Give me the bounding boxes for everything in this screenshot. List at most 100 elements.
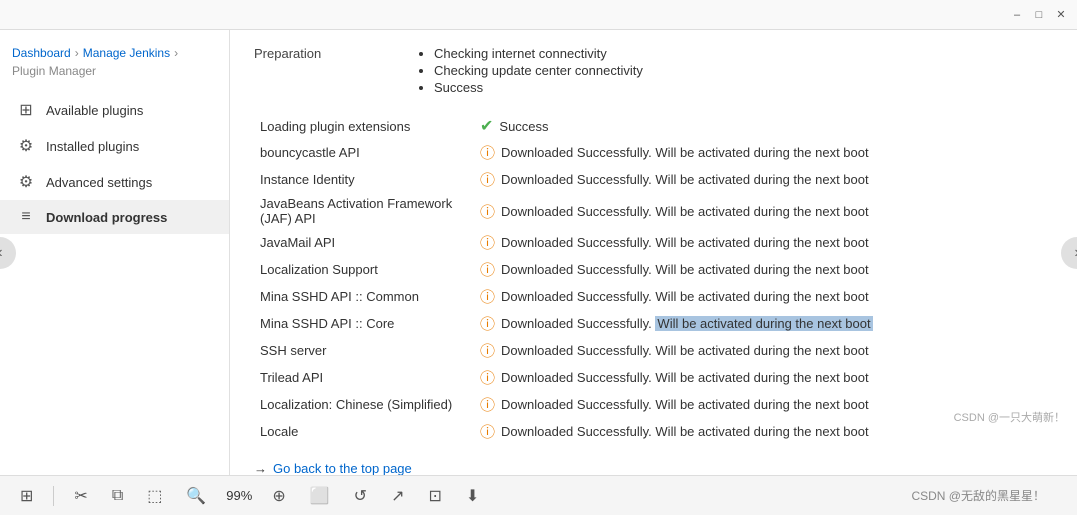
info-icon: ⓘ: [480, 142, 495, 163]
title-bar: – □ ✕: [0, 0, 1077, 30]
refresh-icon[interactable]: ↺: [350, 482, 371, 510]
prep-item-1: Checking internet connectivity: [434, 46, 643, 61]
back-to-top-link[interactable]: Go back to the top page: [273, 461, 412, 475]
checkmark-icon: ✔: [480, 116, 493, 136]
plugin-name: SSH server: [254, 337, 474, 364]
plugin-status: ⓘDownloaded Successfully. Will be activa…: [474, 193, 1053, 229]
scissors-icon[interactable]: ✂: [70, 482, 91, 510]
table-row: bouncycastle API ⓘDownloaded Successfull…: [254, 139, 1053, 166]
download-icon[interactable]: ⬇: [462, 482, 483, 510]
watermark-top: CSDN @一只大萌新！: [954, 409, 1065, 425]
plugin-status: ⓘDownloaded Successfully. Will be activa…: [474, 256, 1053, 283]
plugin-status: ⓘDownloaded Successfully. Will be activa…: [474, 166, 1053, 193]
table-row: Localization: Chinese (Simplified) ⓘDown…: [254, 391, 1053, 418]
plugin-status-highlight: ⓘ Downloaded Successfully. Will be activ…: [474, 310, 1053, 337]
plugin-status: ⓘDownloaded Successfully. Will be activa…: [474, 139, 1053, 166]
zoom-in-icon[interactable]: ⊕: [268, 482, 289, 510]
footer-section: → Go back to the top page (you can start…: [254, 461, 1053, 475]
sidebar-label-download: Download progress: [46, 210, 167, 225]
download-progress-icon: ≡: [16, 208, 36, 226]
loading-extensions-label: Loading plugin extensions: [254, 113, 474, 139]
plugin-name: Trilead API: [254, 364, 474, 391]
plugin-name: JavaMail API: [254, 229, 474, 256]
watermark-bottom: CSDN @无敌的黑星星！: [911, 487, 1061, 504]
plugin-name: JavaBeans Activation Framework (JAF) API: [254, 193, 474, 229]
preparation-section: Preparation Checking internet connectivi…: [254, 46, 1053, 97]
info-icon: ⓘ: [480, 169, 495, 190]
plugin-name: Mina SSHD API :: Core: [254, 310, 474, 337]
table-row: JavaMail API ⓘDownloaded Successfully. W…: [254, 229, 1053, 256]
info-icon: ⓘ: [480, 286, 495, 307]
table-row: Trilead API ⓘDownloaded Successfully. Wi…: [254, 364, 1053, 391]
divider-1: [53, 486, 54, 506]
table-row: JavaBeans Activation Framework (JAF) API…: [254, 193, 1053, 229]
highlighted-text: Will be activated during the next boot: [655, 316, 872, 331]
plugin-status: ⓘDownloaded Successfully. Will be activa…: [474, 283, 1053, 310]
table-row: SSH server ⓘDownloaded Successfully. Wil…: [254, 337, 1053, 364]
info-icon: ⓘ: [480, 201, 495, 222]
info-icon: ⓘ: [480, 313, 495, 334]
maximize-button[interactable]: □: [1031, 7, 1047, 23]
table-row: Locale ⓘDownloaded Successfully. Will be…: [254, 418, 1053, 445]
prep-item-3: Success: [434, 80, 643, 95]
available-plugins-icon: ⊞: [16, 100, 36, 120]
zoom-level: 99%: [226, 488, 252, 503]
sidebar-label-installed: Installed plugins: [46, 139, 139, 154]
breadcrumb-plugin-manager: Plugin Manager: [12, 64, 96, 78]
plugin-status: ⓘDownloaded Successfully. Will be activa…: [474, 337, 1053, 364]
crop-icon[interactable]: ⬚: [143, 482, 166, 510]
plugins-table: Loading plugin extensions ✔ Success boun…: [254, 113, 1053, 445]
crop2-icon[interactable]: ⊡: [424, 482, 445, 510]
advanced-settings-icon: ⚙: [16, 172, 36, 192]
sidebar-item-available[interactable]: ⊞ Available plugins: [0, 92, 229, 128]
plugin-name: Instance Identity: [254, 166, 474, 193]
info-icon: ⓘ: [480, 232, 495, 253]
preparation-label: Preparation: [254, 46, 374, 97]
sidebar-item-installed[interactable]: ⚙ Installed plugins: [0, 128, 229, 164]
share-icon[interactable]: ↗: [387, 482, 408, 510]
back-link-row: → Go back to the top page: [254, 461, 1053, 475]
breadcrumb: Dashboard › Manage Jenkins › Plugin Mana…: [0, 40, 229, 84]
plugin-status: ⓘDownloaded Successfully. Will be activa…: [474, 229, 1053, 256]
table-row: Instance Identity ⓘDownloaded Successful…: [254, 166, 1053, 193]
main-content: › Preparation Checking internet connecti…: [230, 30, 1077, 475]
info-icon: ⓘ: [480, 421, 495, 442]
breadcrumb-manage-jenkins[interactable]: Manage Jenkins: [83, 46, 170, 60]
sidebar: Dashboard › Manage Jenkins › Plugin Mana…: [0, 30, 230, 475]
zoom-out-icon[interactable]: 🔍: [182, 482, 210, 510]
back-arrow-icon: →: [254, 461, 267, 475]
sidebar-label-available: Available plugins: [46, 103, 143, 118]
plugin-status: ⓘDownloaded Successfully. Will be activa…: [474, 364, 1053, 391]
window-controls[interactable]: – □ ✕: [1009, 7, 1069, 23]
plugin-name: Locale: [254, 418, 474, 445]
plugin-name: Localization Support: [254, 256, 474, 283]
info-icon: ⓘ: [480, 340, 495, 361]
info-icon: ⓘ: [480, 394, 495, 415]
sidebar-navigation: ⊞ Available plugins ⚙ Installed plugins …: [0, 84, 229, 242]
minimize-button[interactable]: –: [1009, 7, 1025, 23]
plugin-name: Localization: Chinese (Simplified): [254, 391, 474, 418]
installed-plugins-icon: ⚙: [16, 136, 36, 156]
info-icon: ⓘ: [480, 367, 495, 388]
breadcrumb-dashboard[interactable]: Dashboard: [12, 46, 71, 60]
preparation-items: Checking internet connectivity Checking …: [414, 46, 643, 97]
sidebar-item-download[interactable]: ≡ Download progress: [0, 200, 229, 234]
bottom-bar: ⊞ ✂ ⧉ ⬚ 🔍 99% ⊕ ⬜ ↺ ↗ ⊡ ⬇ CSDN @无敌的黑星星！: [0, 475, 1077, 515]
prep-item-2: Checking update center connectivity: [434, 63, 643, 78]
fit-icon[interactable]: ⬜: [306, 482, 334, 510]
sidebar-item-advanced[interactable]: ⚙ Advanced settings: [0, 164, 229, 200]
loading-extensions-status: ✔ Success: [474, 113, 1053, 139]
nav-next-button[interactable]: ›: [1061, 237, 1077, 269]
sidebar-label-advanced: Advanced settings: [46, 175, 152, 190]
info-icon: ⓘ: [480, 259, 495, 280]
plugin-name: Mina SSHD API :: Common: [254, 283, 474, 310]
copy-icon[interactable]: ⧉: [108, 483, 127, 509]
success-icon-row: ✔ Success: [480, 116, 549, 136]
grid-icon[interactable]: ⊞: [16, 482, 37, 510]
table-row: Mina SSHD API :: Common ⓘDownloaded Succ…: [254, 283, 1053, 310]
plugin-name: bouncycastle API: [254, 139, 474, 166]
table-row: Mina SSHD API :: Core ⓘ Downloaded Succe…: [254, 310, 1053, 337]
loading-extensions-row: Loading plugin extensions ✔ Success: [254, 113, 1053, 139]
close-button[interactable]: ✕: [1053, 7, 1069, 23]
table-row: Localization Support ⓘDownloaded Success…: [254, 256, 1053, 283]
